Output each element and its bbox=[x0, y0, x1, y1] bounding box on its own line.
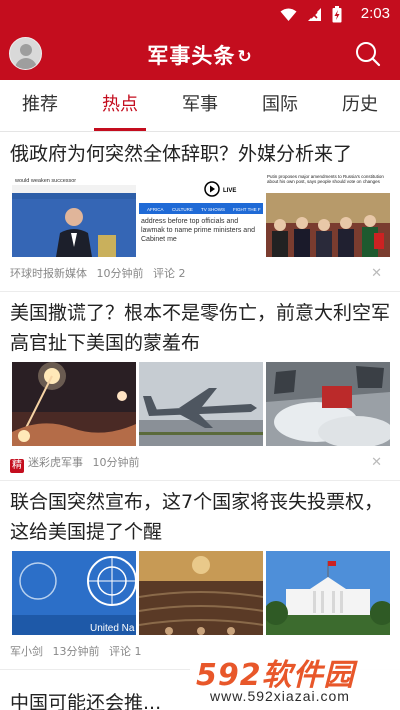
status-time: 2:03 bbox=[360, 5, 390, 22]
tab-recommend[interactable]: 推荐 bbox=[0, 80, 80, 131]
watermark-logo: 592软件园 www.592xiazai.com bbox=[190, 648, 400, 710]
featured-badge: 精 bbox=[10, 459, 24, 473]
news-thumbnails: United Na bbox=[0, 547, 400, 635]
news-feed: 俄政府为何突然全体辞职？外媒分析来了 would weaken successo… bbox=[0, 133, 400, 670]
news-item[interactable]: 美国撒谎了？根本不是零伤亡，前意大利空军高官扯下美国的蒙羞布 精 迷彩虎军事 1… bbox=[0, 292, 400, 481]
news-headline[interactable]: 美国撒谎了？根本不是零伤亡，前意大利空军高官扯下美国的蒙羞布 bbox=[0, 292, 400, 358]
news-image-live-broadcast[interactable]: LIVE AFRICA CULTURE TV SHOWS FIGHT THE F… bbox=[139, 173, 263, 257]
news-image-cargo-plane[interactable] bbox=[139, 362, 263, 446]
status-bar: 2:03 bbox=[0, 0, 400, 28]
refresh-icon[interactable]: ↻ bbox=[237, 47, 252, 67]
news-time: 10分钟前 bbox=[96, 267, 144, 280]
news-image-press-conference[interactable]: would weaken successor bbox=[12, 173, 136, 257]
news-source[interactable]: 迷彩虎军事 bbox=[28, 456, 83, 469]
search-icon[interactable] bbox=[354, 40, 382, 68]
signal-icon bbox=[308, 8, 321, 21]
news-image-un-emblem[interactable]: United Na bbox=[12, 551, 136, 635]
battery-charging-icon bbox=[332, 6, 342, 23]
united-nations-text: United Na bbox=[90, 623, 135, 634]
dismiss-icon[interactable]: ✕ bbox=[371, 446, 382, 480]
tab-history[interactable]: 历史 bbox=[320, 80, 400, 131]
news-image-general-assembly[interactable] bbox=[139, 551, 263, 635]
thumb-body-text: address before top officials and lawmak … bbox=[141, 218, 255, 243]
news-time: 13分钟前 bbox=[52, 645, 100, 658]
category-tabs: 推荐 热点 军事 国际 历史 bbox=[0, 80, 400, 132]
news-item[interactable]: 联合国突然宣布，这7个国家将丧失投票权，这给美国提了个醒 United Na 军… bbox=[0, 481, 400, 670]
live-label: LIVE bbox=[223, 188, 236, 194]
tab-hot[interactable]: 热点 bbox=[80, 80, 160, 131]
wifi-icon bbox=[280, 8, 297, 21]
news-thumbnails: would weaken successor LIVE AFRICA CULTU… bbox=[0, 169, 400, 257]
thumb-caption-c: Putin proposes major amendments to Russi… bbox=[267, 174, 384, 185]
thumb-nav-tvshows: TV SHOWS bbox=[201, 207, 225, 212]
watermark-url: www.592xiazai.com bbox=[210, 688, 350, 704]
news-comments[interactable]: 评论 2 bbox=[153, 267, 186, 280]
news-thumbnails bbox=[0, 358, 400, 446]
dismiss-icon[interactable]: ✕ bbox=[371, 257, 382, 291]
news-headline[interactable]: 俄政府为何突然全体辞职？外媒分析来了 bbox=[0, 133, 400, 169]
news-image-government-meeting[interactable]: Putin proposes major amendments to Russi… bbox=[266, 173, 390, 257]
thumb-caption-text: would weaken successor bbox=[14, 178, 76, 184]
news-meta: 环球时报新媒体 10分钟前 评论 2 ✕ bbox=[0, 257, 400, 291]
news-image-missile-strike[interactable] bbox=[12, 362, 136, 446]
app-header: 军事头条 ↻ bbox=[0, 28, 400, 80]
news-image-damaged-building[interactable] bbox=[266, 362, 390, 446]
thumb-nav-culture: CULTURE bbox=[172, 207, 193, 212]
thumb-nav-fight: FIGHT THE F bbox=[233, 207, 261, 212]
news-headline-partial[interactable]: 中国可能还会推... bbox=[10, 688, 161, 710]
app-title[interactable]: 军事头条 ↻ bbox=[0, 40, 400, 70]
news-source[interactable]: 环球时报新媒体 bbox=[10, 267, 87, 280]
news-meta: 精迷彩虎军事 10分钟前 ✕ bbox=[0, 446, 400, 480]
tab-military[interactable]: 军事 bbox=[160, 80, 240, 131]
news-time: 10分钟前 bbox=[92, 456, 140, 469]
news-comments[interactable]: 评论 1 bbox=[109, 645, 142, 658]
tab-international[interactable]: 国际 bbox=[240, 80, 320, 131]
thumb-nav-africa: AFRICA bbox=[147, 207, 164, 212]
news-source[interactable]: 军小剑 bbox=[10, 645, 43, 658]
status-icons bbox=[280, 6, 342, 23]
app-title-text: 军事头条 bbox=[147, 44, 236, 68]
news-item[interactable]: 俄政府为何突然全体辞职？外媒分析来了 would weaken successo… bbox=[0, 133, 400, 292]
news-headline[interactable]: 联合国突然宣布，这7个国家将丧失投票权，这给美国提了个醒 bbox=[0, 481, 400, 547]
news-image-white-house[interactable] bbox=[266, 551, 390, 635]
